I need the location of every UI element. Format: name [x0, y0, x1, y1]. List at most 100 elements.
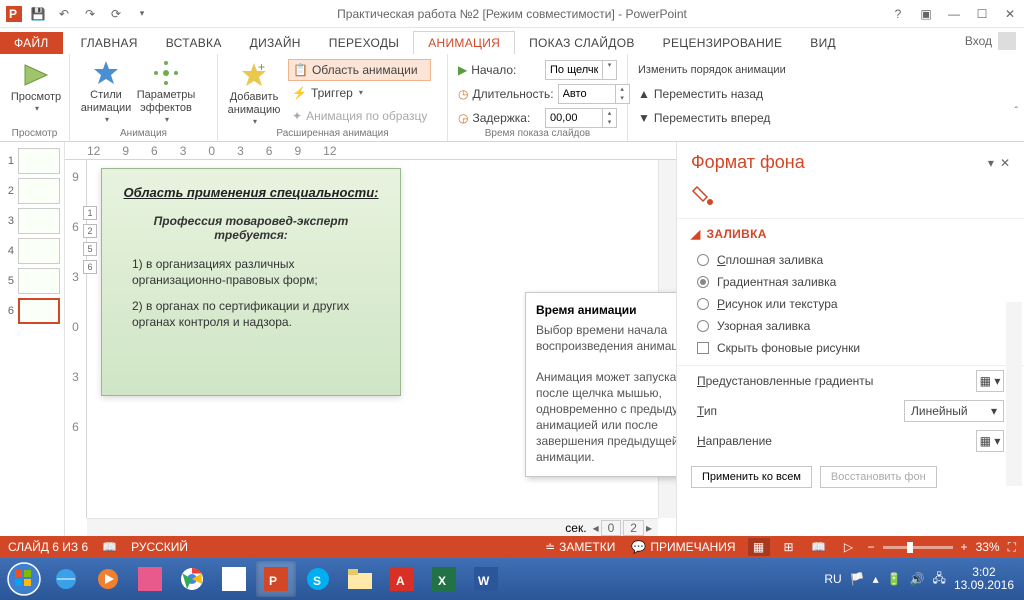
slide-item-2: 2) в органах по сертификации и других ор… — [118, 298, 384, 330]
zoom-out-button[interactable]: − — [868, 540, 875, 554]
status-bar: СЛАЙД 6 ИЗ 6 📖 РУССКИЙ ≐ЗАМЕТКИ 💬ПРИМЕЧА… — [0, 536, 1024, 558]
tab-transitions[interactable]: ПЕРЕХОДЫ — [315, 32, 413, 54]
reading-view-button[interactable]: 📖 — [808, 538, 830, 556]
help-button[interactable]: ? — [884, 2, 912, 26]
gradient-direction-dropdown[interactable]: ▦ ▾ — [976, 430, 1004, 452]
zoom-slider[interactable] — [883, 546, 953, 549]
svg-text:+: + — [258, 61, 265, 74]
start-button[interactable] — [4, 559, 44, 599]
effect-options-button[interactable]: Параметры эффектов▾ — [136, 55, 196, 126]
tb-chrome[interactable] — [172, 561, 212, 597]
tb-app1[interactable] — [130, 561, 170, 597]
tray-arrow-icon[interactable]: ▴ — [873, 572, 879, 586]
tray-flag-icon[interactable]: 🏳️ — [850, 572, 865, 586]
tray-battery-icon[interactable]: 🔋 — [887, 572, 902, 586]
chk-hide-graphics[interactable]: Скрыть фоновые рисунки — [697, 341, 1004, 355]
move-forward-button[interactable]: ▼Переместить вперед — [634, 107, 802, 129]
tab-design[interactable]: ДИЗАЙН — [236, 32, 315, 54]
fill-section-header[interactable]: ◢ЗАЛИВКА — [677, 218, 1024, 249]
preset-gradient-dropdown[interactable]: ▦ ▾ — [976, 370, 1004, 392]
tab-review[interactable]: РЕЦЕНЗИРОВАНИЕ — [649, 32, 797, 54]
radio-solid[interactable]: ССплошная заливкаплошная заливка — [697, 253, 1004, 267]
preview-button[interactable]: Просмотр▾ — [6, 57, 66, 115]
qat-more[interactable]: ▾ — [130, 2, 154, 26]
spellcheck-icon[interactable]: 📖 — [102, 540, 117, 554]
slide-counter[interactable]: СЛАЙД 6 ИЗ 6 — [8, 540, 88, 554]
tb-app2[interactable] — [214, 561, 254, 597]
pane-menu-icon[interactable]: ▾ — [988, 156, 994, 170]
tb-acrobat[interactable]: A — [382, 561, 422, 597]
notes-button[interactable]: ≐ЗАМЕТКИ — [541, 540, 619, 554]
tray-clock[interactable]: 3:0213.09.2016 — [954, 566, 1014, 592]
start-row: ▶Начало:▾ — [454, 59, 621, 81]
save-button[interactable]: 💾 — [26, 2, 50, 26]
down-arrow-icon: ▼ — [638, 111, 650, 125]
radio-picture[interactable]: Рисунок или текстура — [697, 297, 1004, 311]
collapse-ribbon-button[interactable]: ˆ — [1015, 106, 1018, 117]
tab-home[interactable]: ГЛАВНАЯ — [67, 32, 152, 54]
tab-slideshow[interactable]: ПОКАЗ СЛАЙДОВ — [515, 32, 649, 54]
page-prev[interactable]: ◂ — [593, 521, 599, 535]
duration-input[interactable]: ▴▾ — [558, 84, 630, 104]
pane-close-icon[interactable]: ✕ — [1000, 156, 1010, 170]
sorter-view-button[interactable]: ⊞ — [778, 538, 800, 556]
thumb-6[interactable]: 6 — [4, 298, 60, 324]
tab-animation[interactable]: АНИМАЦИЯ — [413, 31, 515, 54]
thumb-5[interactable]: 5 — [4, 268, 60, 294]
animation-pane-button[interactable]: 📋Область анимации — [288, 59, 431, 81]
slideshow-view-button[interactable]: ▷ — [838, 538, 860, 556]
zoom-level[interactable]: 33% — [976, 540, 1000, 554]
tray-volume-icon[interactable]: 🔊 — [910, 572, 925, 586]
delay-input[interactable]: ▴▾ — [545, 108, 617, 128]
thumb-2[interactable]: 2 — [4, 178, 60, 204]
slide-content[interactable]: Область применения специальности: Профес… — [101, 168, 401, 396]
tb-excel[interactable]: X — [424, 561, 464, 597]
minimize-button[interactable]: ― — [940, 2, 968, 26]
anim-tag-5[interactable]: 5 — [83, 242, 97, 256]
ribbon-display-button[interactable]: ▣ — [912, 2, 940, 26]
move-back-button[interactable]: ▲Переместить назад — [634, 83, 802, 105]
redo-button[interactable]: ↷ — [78, 2, 102, 26]
anim-tag-2[interactable]: 2 — [83, 224, 97, 238]
apply-all-button[interactable]: Применить ко всем — [691, 466, 812, 488]
start-dropdown[interactable]: ▾ — [545, 60, 617, 80]
comments-button[interactable]: 💬ПРИМЕЧАНИЯ — [627, 540, 739, 554]
pane-scrollbar[interactable] — [1006, 302, 1022, 486]
tab-view[interactable]: ВИД — [796, 32, 850, 54]
zoom-in-button[interactable]: + — [961, 540, 968, 554]
fill-tab-icon[interactable] — [677, 183, 1024, 218]
tray-lang[interactable]: RU — [824, 572, 841, 586]
radio-pattern[interactable]: Узорная заливка — [697, 319, 1004, 333]
tb-ie[interactable] — [46, 561, 86, 597]
tray-network-icon[interactable]: 🖧 — [933, 569, 946, 590]
animation-styles-button[interactable]: Стили анимации▾ — [76, 55, 136, 126]
clock-icon: ◷ — [458, 87, 468, 101]
language-status[interactable]: РУССКИЙ — [131, 540, 188, 554]
repeat-button[interactable]: ⟳ — [104, 2, 128, 26]
page-next[interactable]: ▸ — [646, 521, 652, 535]
tb-skype[interactable]: S — [298, 561, 338, 597]
close-button[interactable]: ✕ — [996, 2, 1024, 26]
radio-gradient[interactable]: Градиентная заливка — [697, 275, 1004, 289]
canvas-scrollbar-h[interactable]: сек. ◂ 0 2 ▸ — [87, 518, 658, 536]
thumb-3[interactable]: 3 — [4, 208, 60, 234]
normal-view-button[interactable]: ▦ — [748, 538, 770, 556]
maximize-button[interactable]: ☐ — [968, 2, 996, 26]
tb-explorer[interactable] — [340, 561, 380, 597]
trigger-button[interactable]: ⚡Триггер▾ — [288, 82, 431, 104]
add-animation-button[interactable]: +Добавить анимацию▾ — [224, 57, 284, 128]
tb-word[interactable]: W — [466, 561, 506, 597]
undo-button[interactable]: ↶ — [52, 2, 76, 26]
tb-powerpoint[interactable]: P — [256, 561, 296, 597]
thumb-4[interactable]: 4 — [4, 238, 60, 264]
tb-wmp[interactable] — [88, 561, 128, 597]
slide-canvas[interactable]: 12963036912 963036 1 2 5 6 Область приме… — [65, 142, 676, 536]
tab-insert[interactable]: ВСТАВКА — [152, 32, 236, 54]
thumb-1[interactable]: 1 — [4, 148, 60, 174]
tab-file[interactable]: ФАЙЛ — [0, 32, 63, 54]
sign-in[interactable]: Вход — [965, 32, 1016, 50]
anim-tag-6[interactable]: 6 — [83, 260, 97, 274]
anim-tag-1[interactable]: 1 — [83, 206, 97, 220]
fit-window-button[interactable]: ⛶ — [1008, 540, 1016, 555]
gradient-type-dropdown[interactable]: Линейный▾ — [904, 400, 1004, 422]
